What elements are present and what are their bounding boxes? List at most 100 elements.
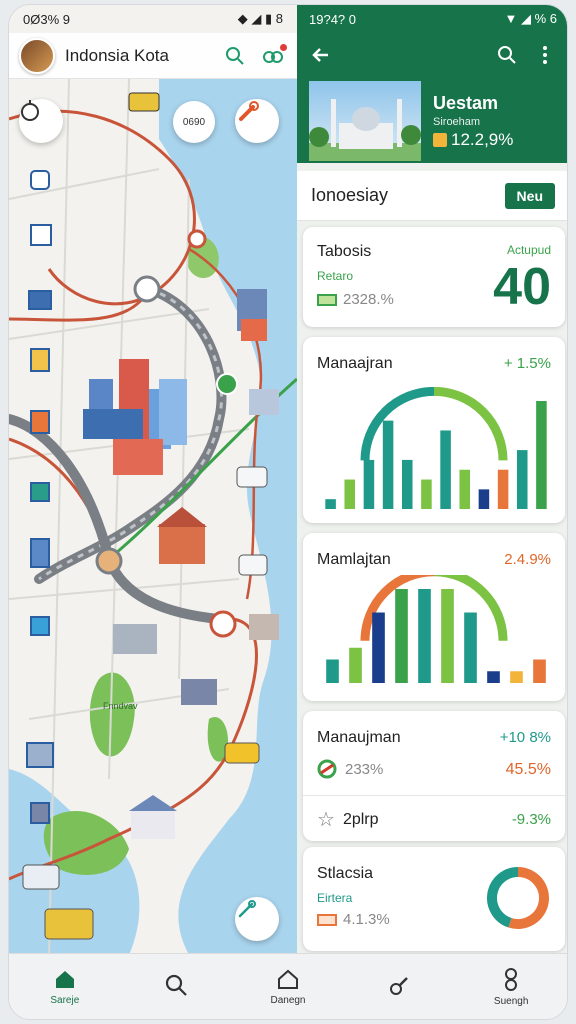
arrow-left-icon: [312, 48, 328, 62]
card1-right-label: Actupud: [506, 243, 551, 257]
status-bar-right: 19?4? 0 ▼ ◢ % 6: [297, 5, 567, 33]
star-icon: ☆: [317, 809, 335, 831]
section-label: Ionoesiay: [311, 185, 389, 205]
nav-profile[interactable]: Suengh: [471, 966, 551, 1007]
house-outline-icon: [277, 969, 298, 989]
mosque-photo: [309, 81, 421, 161]
stat-card-1[interactable]: Tabosis Actupud Retaro 2328.% 40: [303, 227, 565, 327]
nav-home[interactable]: Sareje: [25, 967, 105, 1006]
card4-divider: [303, 795, 565, 796]
chart-card-2[interactable]: Mamlajtan 2.4.9%: [303, 533, 565, 701]
card5-battery-icon: [317, 913, 337, 926]
chart-bar: [536, 401, 547, 509]
nav-profile-label: Suengh: [493, 996, 529, 1007]
chart-bar: [325, 499, 336, 509]
chart-bar: [372, 612, 385, 683]
map-canvas[interactable]: Fnndvav 0690: [9, 79, 297, 955]
card5-sub-label: Eirtera: [317, 891, 353, 905]
card4-row2: ☆ 2plrp: [317, 807, 379, 832]
map-pane: 0Ø3% 9 ◆ ◢ ▮ 8 Fnndvav 0690 Indonsia Kot…: [9, 5, 297, 955]
card4-change: +10 8%: [499, 729, 551, 746]
more-vert-icon: [543, 46, 547, 64]
hero-subtitle: Siroeham: [433, 115, 481, 128]
route-tool-button[interactable]: [235, 99, 279, 143]
app-bar-right: [297, 33, 567, 77]
chart-bar: [421, 479, 432, 509]
stat-card-4[interactable]: Manaujman +10 8% 233% 45.5% ☆ 2plrp -9.3…: [303, 711, 565, 841]
card5-title: Stlacsia: [317, 865, 374, 882]
chart-bar: [441, 589, 454, 683]
pen-icon: [238, 900, 256, 918]
hero-text: Uestam Siroeham 12.2,9%: [433, 93, 513, 150]
chart-bar: [395, 589, 408, 683]
new-button[interactable]: Neu: [504, 182, 555, 209]
draw-tool-button[interactable]: [235, 897, 279, 941]
card2-change: + 1.5%: [503, 355, 551, 372]
card4-row1-right: 45.5%: [505, 761, 551, 778]
status-icons: ◆ ◢ ▮ 8: [237, 11, 283, 26]
chart-bar: [326, 659, 339, 683]
nav-link[interactable]: [360, 972, 440, 1002]
wrench-icon: [239, 101, 259, 121]
chart-bar: [497, 469, 509, 509]
mosque-illustration: [309, 99, 421, 161]
detail-pane: 19?4? 0 ▼ ◢ % 6 Uestam Siroeham 12.2,9% …: [297, 5, 567, 955]
card4-row1-value: 233%: [345, 760, 384, 778]
card3-title: Mamlajtan: [317, 551, 391, 568]
chart-bar: [464, 612, 477, 683]
status-time-right: 19?4? 0: [309, 11, 356, 27]
locate-button[interactable]: [19, 99, 63, 143]
card1-title: Tabosis: [317, 243, 372, 260]
nav-places[interactable]: Danegn: [248, 967, 328, 1006]
card1-sub-label: Retaro: [317, 269, 354, 283]
hero-value-row: 12.2,9%: [433, 130, 513, 150]
chart-card-1[interactable]: Manaajran + 1.5%: [303, 337, 565, 523]
detail-header: 19?4? 0 ▼ ◢ % 6 Uestam Siroeham 12.2,9%: [297, 5, 567, 163]
hero-title: Uestam: [433, 92, 499, 113]
avatar[interactable]: [19, 37, 55, 74]
chart-bar: [516, 450, 528, 509]
chart-bar: [363, 459, 375, 509]
card1-battery-icon: [317, 293, 337, 306]
chart-card-3[interactable]: Stlacsia Eirtera 4.1.3%: [303, 847, 565, 951]
donut-slice: [487, 867, 519, 928]
card1-value-row: 2328.%: [317, 291, 394, 308]
search-icon: [498, 46, 516, 64]
back-button[interactable]: [307, 41, 335, 69]
link-icon: [389, 976, 408, 995]
nav-search[interactable]: [136, 972, 216, 1002]
hero-value: 12.2,9%: [451, 129, 514, 149]
chart-bar: [344, 479, 356, 509]
search-button-left[interactable]: [221, 42, 249, 70]
donut-slice: [508, 867, 549, 929]
status-bar-left: 0Ø3% 9 ◆ ◢ ▮ 8: [9, 5, 297, 33]
chart-bar: [478, 489, 490, 509]
card3-change: 2.4.9%: [504, 551, 551, 568]
card4-row1: 233%: [317, 759, 383, 779]
search-icon: [226, 46, 244, 65]
card4-row2-right: -9.3%: [511, 811, 551, 828]
notification-dot: [280, 43, 287, 51]
notifications-button[interactable]: [259, 42, 287, 70]
layer-counter-label: 0690: [182, 116, 206, 128]
chart-bar: [401, 459, 413, 509]
compass-icon: [21, 100, 39, 121]
chart-bar: [349, 647, 362, 683]
card5-value-row: 4.1.3%: [317, 911, 390, 928]
app-bar-left: Indonsia Kota: [9, 33, 297, 79]
app-title: Indonsia Kota: [65, 45, 169, 65]
person-icon: [505, 968, 518, 991]
chart-bar: [533, 659, 546, 683]
chart-arc-left: [360, 387, 435, 461]
chart-bar: [382, 420, 394, 509]
search-icon: [166, 974, 188, 996]
bar-chart-2: [326, 575, 546, 683]
map-region-label: Fnndvav: [103, 701, 138, 711]
layer-counter-button[interactable]: 0690: [173, 101, 215, 143]
status-icons-right: ▼ ◢ % 6: [504, 11, 558, 26]
search-button-right[interactable]: [493, 41, 521, 69]
flag-circle-icon: [317, 759, 337, 779]
chart-bar: [459, 469, 471, 509]
more-menu-button[interactable]: [531, 41, 559, 69]
card4-title: Manaujman: [317, 729, 401, 746]
